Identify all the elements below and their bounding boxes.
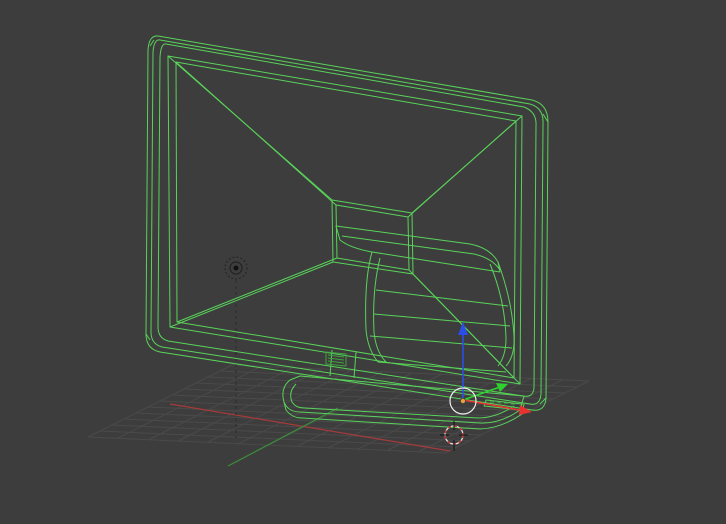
viewport-canvas[interactable] bbox=[0, 0, 726, 524]
3d-viewport[interactable] bbox=[0, 0, 726, 524]
x-axis-line bbox=[169, 403, 451, 452]
object-origin-icon[interactable] bbox=[459, 397, 466, 404]
lamp-icon[interactable] bbox=[224, 256, 248, 280]
